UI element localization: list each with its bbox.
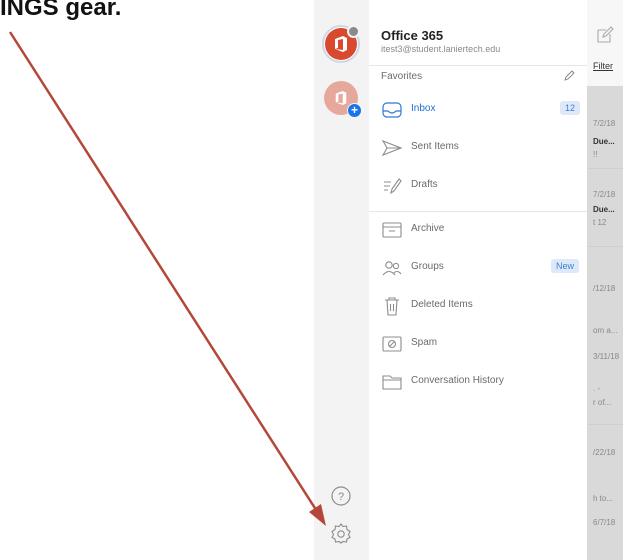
folder-item-deleted-items[interactable]: Deleted Items: [369, 290, 587, 322]
message-date: 3/11/18: [593, 352, 620, 361]
folder-item-groups[interactable]: Groups New: [369, 252, 587, 284]
message-preview: . -: [593, 384, 601, 393]
settings-gear-icon[interactable]: [330, 522, 352, 544]
spam-icon: [382, 336, 402, 352]
message-divider: [587, 168, 623, 169]
trash-icon: [385, 297, 399, 316]
help-icon[interactable]: ?: [330, 485, 352, 507]
message-subject: Due...: [593, 137, 615, 146]
office365-account-avatar[interactable]: [322, 25, 360, 63]
message-date: /22/18: [593, 448, 616, 457]
send-icon: [381, 139, 403, 157]
folder-item-conversation-history[interactable]: Conversation History: [369, 366, 587, 398]
groups-icon: [382, 261, 402, 276]
folder-item-drafts[interactable]: Drafts: [369, 170, 587, 202]
folder-label: Archive: [411, 223, 445, 234]
message-preview: om a...: [593, 326, 618, 335]
inbox-icon: [382, 102, 402, 118]
message-preview: t 12: [593, 218, 607, 227]
message-divider: [587, 424, 623, 425]
favorites-label: Favorites: [381, 71, 423, 82]
drafts-pencil-icon: [384, 178, 402, 195]
message-preview: r of...: [593, 398, 612, 407]
folder-item-sent-items[interactable]: Sent Items: [369, 132, 587, 164]
folder-label: Deleted Items: [411, 299, 473, 310]
folder-item-archive[interactable]: Archive: [369, 214, 587, 246]
message-divider: [587, 246, 623, 247]
new-badge: New: [551, 259, 580, 273]
folder-item-spam[interactable]: Spam: [369, 328, 587, 360]
folder-label: Conversation History: [411, 375, 504, 386]
svg-text:?: ?: [338, 491, 344, 503]
message-date: 6/7/18: [593, 518, 616, 527]
folder-label: Sent Items: [411, 141, 459, 152]
notification-dot: [347, 25, 360, 38]
divider: [369, 211, 587, 212]
folder-panel: Office 365 itest3@student.laniertech.edu…: [369, 0, 587, 560]
add-account-icon: +: [347, 103, 362, 118]
unread-count-badge: 12: [560, 101, 581, 115]
message-date: /12/18: [593, 284, 616, 293]
folder-icon: [382, 375, 402, 390]
account-email: itest3@student.laniertech.edu: [381, 44, 501, 54]
folder-label: Drafts: [411, 179, 438, 190]
compose-icon[interactable]: [596, 26, 614, 44]
edit-favorites-pencil-icon[interactable]: [563, 70, 575, 82]
folder-label: Spam: [411, 337, 438, 348]
folder-label: Inbox: [411, 103, 436, 114]
filter-button[interactable]: Filter: [593, 61, 613, 71]
message-date: 7/2/18: [593, 190, 616, 199]
instruction-caption: INGS gear.: [0, 0, 122, 21]
office-logo-icon: [335, 91, 347, 105]
message-list-peek: Filter 7/2/18 Due... !! 7/2/18 Due... t …: [587, 0, 623, 560]
folder-item-inbox[interactable]: Inbox 12: [369, 94, 587, 126]
archive-icon: [382, 222, 402, 238]
message-preview: h to...: [593, 494, 614, 503]
add-account-avatar[interactable]: +: [324, 81, 362, 118]
folder-label: Groups: [411, 261, 444, 272]
message-date: 7/2/18: [593, 119, 616, 128]
message-preview: !!: [593, 150, 598, 159]
divider: [369, 65, 587, 66]
account-name: Office 365: [381, 28, 444, 43]
message-subject: Due...: [593, 205, 615, 214]
